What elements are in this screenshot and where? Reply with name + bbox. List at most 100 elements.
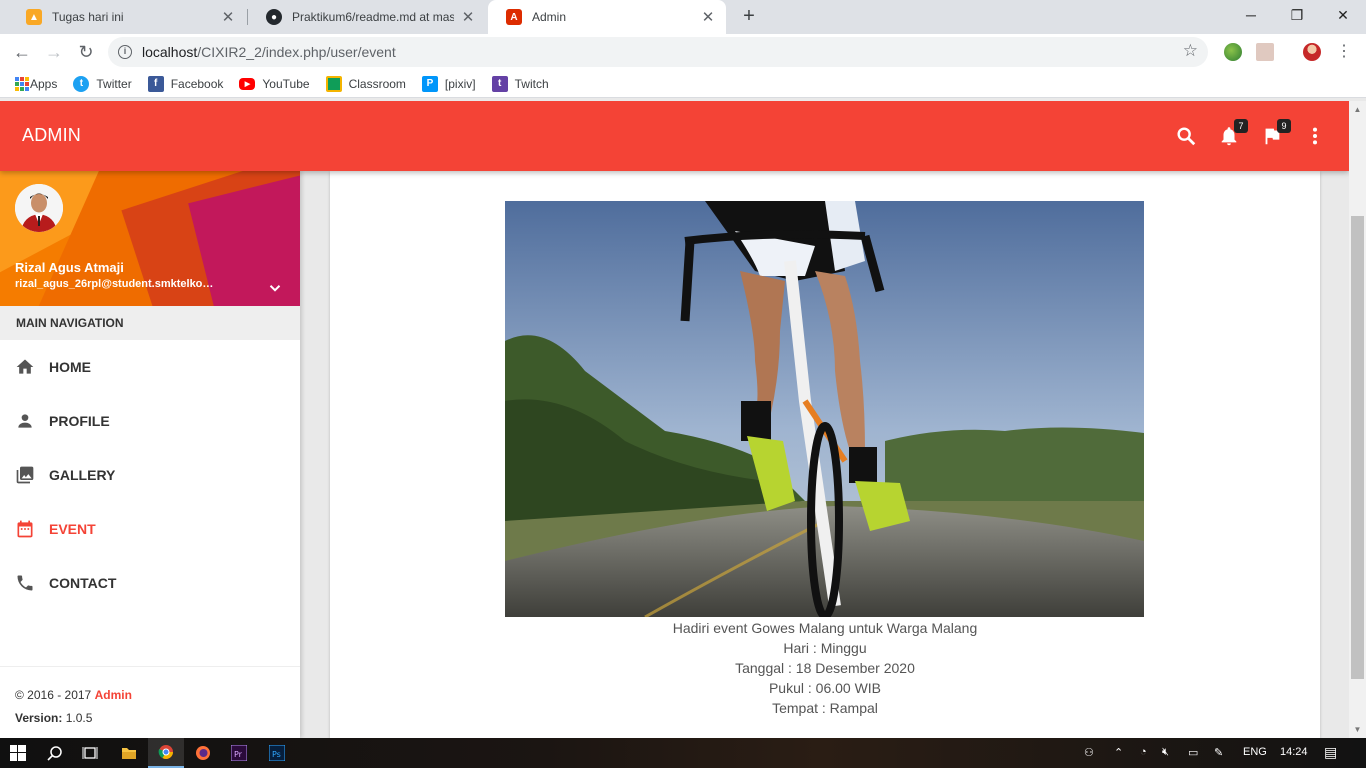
avatar — [15, 184, 63, 232]
bookmark-label: Facebook — [170, 76, 224, 91]
info-icon[interactable]: i — [118, 45, 132, 59]
event-place: Tempat : Rampal — [772, 700, 878, 716]
close-icon[interactable]: ✕ — [700, 8, 716, 26]
search-icon[interactable] — [37, 738, 73, 768]
pixiv-icon: P — [421, 75, 438, 92]
bookmark-facebook[interactable]: f Facebook — [147, 75, 224, 92]
user-info-panel: Rizal Agus Atmaji rizal_agus_26rpl@stude… — [0, 171, 300, 306]
sidebar-item-contact[interactable]: CONTACT — [0, 556, 300, 610]
premiere-icon[interactable]: Pr — [221, 738, 257, 768]
tab-title: Praktikum6/readme.md at maste — [292, 10, 454, 24]
volume-muted-icon[interactable]: 🔇︎ — [1162, 746, 1169, 759]
reload-button[interactable]: ↻ — [74, 40, 98, 64]
menu-kebab-icon[interactable]: ⋮ — [1332, 40, 1356, 64]
sidebar-item-label: CONTACT — [49, 575, 117, 591]
sidebar-item-label: EVENT — [49, 521, 96, 537]
sidebar-item-event[interactable]: EVENT — [0, 502, 300, 556]
event-time: Pukul : 06.00 WIB — [768, 680, 882, 696]
tasks-button[interactable]: 9 — [1261, 119, 1291, 147]
bookmark-label: Classroom — [348, 76, 406, 91]
scroll-up-arrow[interactable]: ▲ — [1349, 101, 1366, 118]
battery-icon[interactable]: ▭ — [1188, 746, 1198, 759]
twitter-icon: t — [73, 75, 90, 92]
brand-link[interactable]: ADMIN — [22, 125, 81, 146]
search-icon[interactable] — [1175, 125, 1197, 147]
event-photo — [505, 201, 1144, 617]
calendar-icon — [17, 520, 33, 538]
minimize-button[interactable]: ─ — [1228, 4, 1274, 26]
bookmark-label: YouTube — [262, 76, 310, 91]
notifications-button[interactable]: 7 — [1218, 119, 1248, 147]
forward-button[interactable]: → — [42, 40, 66, 64]
bookmark-twitch[interactable]: t Twitch — [491, 75, 549, 92]
extension-pdf-icon[interactable] — [1256, 43, 1274, 61]
bookmark-youtube[interactable]: ▶ YouTube — [239, 76, 310, 91]
action-center-icon[interactable]: ▤ — [1324, 744, 1337, 761]
address-bar[interactable]: i localhost/CIXIR2_2/index.php/user/even… — [108, 37, 1208, 67]
tab-tugas[interactable]: ▲ Tugas hari ini ✕ — [8, 0, 246, 34]
windows-start-icon[interactable] — [0, 738, 36, 768]
new-tab-button[interactable]: + — [738, 5, 760, 27]
user-email: rizal_agus_26rpl@student.smktelkom-mlg.s… — [15, 278, 220, 290]
classroom-icon: ▲ — [26, 9, 42, 25]
scroll-down-arrow[interactable]: ▼ — [1349, 721, 1366, 738]
tasks-count-badge: 9 — [1277, 119, 1291, 133]
sidebar-legal: © 2016 - 2017 Admin Version: 1.0.5 — [0, 666, 300, 738]
wifi-icon[interactable]: ◔ — [1140, 746, 1147, 758]
windows-taskbar: Pr Ps ⚇ ⌃ ◔ 🔇︎ ▭ ✎ ENG 14:24 ▤ — [0, 738, 1366, 768]
bookmark-label: [pixiv] — [444, 76, 476, 91]
more-vert-icon[interactable] — [1304, 125, 1326, 147]
restore-button[interactable]: ❐ — [1274, 4, 1320, 26]
sidebar-item-label: HOME — [49, 359, 91, 375]
people-icon[interactable]: ⚇ — [1084, 746, 1094, 759]
extension-globe-icon[interactable] — [1224, 43, 1242, 61]
chevron-up-icon[interactable]: ⌃ — [1114, 746, 1123, 759]
tab-title: Admin — [532, 10, 567, 24]
bookmark-star-icon[interactable]: ☆ — [1183, 41, 1198, 61]
file-explorer-icon[interactable] — [111, 738, 147, 768]
apps-icon — [14, 76, 30, 92]
sidebar-item-profile[interactable]: PROFILE — [0, 394, 300, 448]
tab-github[interactable]: ● Praktikum6/readme.md at maste ✕ — [248, 0, 486, 34]
event-card: Hadiri event Gowes Malang untuk Warga Ma… — [330, 171, 1320, 738]
bookmark-pixiv[interactable]: P [pixiv] — [421, 75, 476, 92]
firefox-icon[interactable] — [185, 738, 221, 768]
user-name: Rizal Agus Atmaji — [15, 260, 124, 275]
back-button[interactable]: ← — [10, 40, 34, 64]
bookmark-label: Apps — [30, 76, 58, 91]
web-page: ADMIN 7 9 Rizal Agus Atmaji rizal_agus_2… — [0, 101, 1366, 738]
language-indicator[interactable]: ENG — [1243, 746, 1267, 758]
photoshop-icon[interactable]: Ps — [259, 738, 295, 768]
phone-icon — [17, 575, 33, 591]
version-text: Version: 1.0.5 — [15, 711, 93, 725]
sidebar-item-gallery[interactable]: GALLERY — [0, 448, 300, 502]
vertical-scrollbar[interactable]: ▲ ▼ — [1349, 101, 1366, 738]
svg-text:Pr: Pr — [234, 750, 243, 759]
browser-toolbar: ← → ↻ i localhost/CIXIR2_2/index.php/use… — [0, 34, 1366, 70]
copyright-text: © 2016 - 2017 Admin — [15, 688, 132, 702]
admin-icon: A — [506, 9, 522, 25]
event-title: Hadiri event Gowes Malang untuk Warga Ma… — [672, 620, 978, 636]
bookmark-classroom[interactable]: Classroom — [325, 75, 406, 92]
close-icon[interactable]: ✕ — [460, 8, 476, 26]
browser-tab-strip: ▲ Tugas hari ini ✕ ● Praktikum6/readme.m… — [0, 0, 1366, 34]
chevron-down-icon[interactable] — [266, 279, 284, 300]
pen-icon[interactable]: ✎ — [1214, 746, 1223, 759]
scrollbar-thumb[interactable] — [1351, 216, 1364, 679]
main-navigation-header: MAIN NAVIGATION — [0, 306, 300, 340]
sidebar-item-home[interactable]: HOME — [0, 340, 300, 394]
bookmark-apps[interactable]: Apps — [14, 76, 57, 92]
close-window-button[interactable]: ✕ — [1320, 4, 1366, 26]
admin-link[interactable]: Admin — [95, 688, 132, 702]
svg-text:Ps: Ps — [272, 750, 281, 759]
event-day: Hari : Minggu — [783, 640, 867, 656]
tab-admin[interactable]: A Admin ✕ — [488, 0, 726, 34]
clock[interactable]: 14:24 — [1280, 746, 1308, 758]
bookmark-twitter[interactable]: t Twitter — [73, 75, 132, 92]
close-icon[interactable]: ✕ — [220, 8, 236, 26]
task-view-icon[interactable] — [72, 738, 108, 768]
left-sidebar: Rizal Agus Atmaji rizal_agus_26rpl@stude… — [0, 171, 300, 738]
event-date: Tanggal : 18 Desember 2020 — [735, 660, 915, 676]
chrome-taskbar-icon[interactable] — [148, 738, 184, 768]
profile-avatar[interactable] — [1303, 43, 1321, 61]
